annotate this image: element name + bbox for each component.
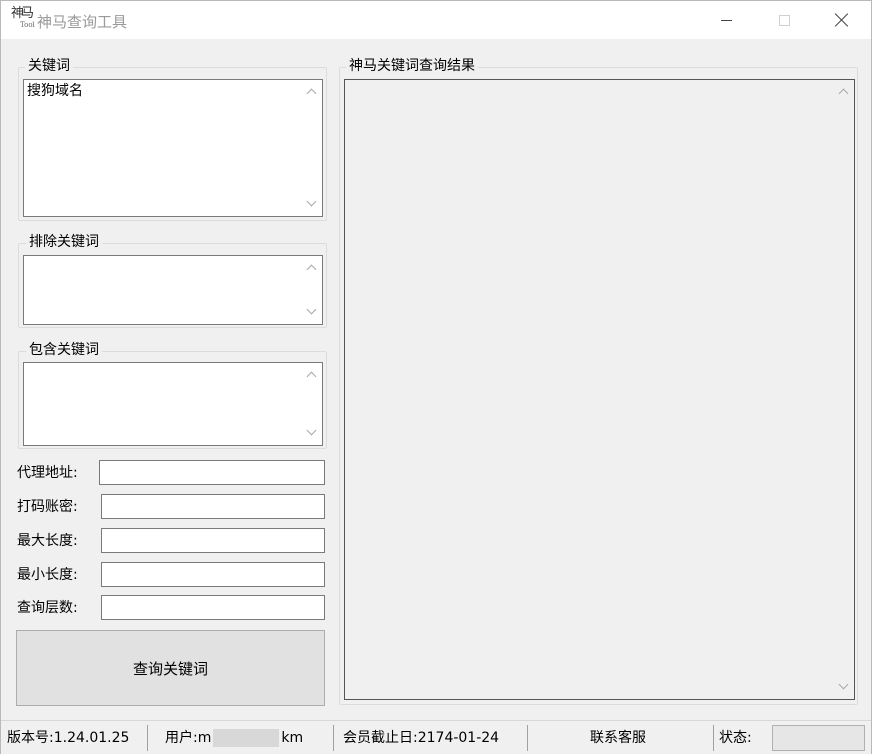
status-divider <box>333 725 334 751</box>
depth-label: 查询层数: <box>17 600 78 616</box>
include-textarea[interactable] <box>23 362 323 446</box>
status-indicator <box>772 725 865 751</box>
window-title: 神马查询工具 <box>37 13 128 31</box>
minimize-button[interactable] <box>697 1 755 39</box>
minimize-icon <box>720 19 732 21</box>
contact-support-link[interactable]: 联系客服 <box>590 721 646 754</box>
app-logo-icon: 神 马 Tool <box>11 6 35 29</box>
close-button[interactable] <box>813 1 871 39</box>
user-prefix: 用户:m <box>165 730 212 746</box>
user-suffix: km <box>281 730 304 746</box>
exclude-group-label: 排除关键词 <box>26 234 102 250</box>
status-label: 状态: <box>719 730 752 746</box>
include-group-label: 包含关键词 <box>26 342 102 358</box>
scroll-down-icon[interactable] <box>306 304 317 317</box>
max-length-label: 最大长度: <box>17 533 78 549</box>
keyword-text: 搜狗域名 <box>27 83 83 99</box>
main-window: 神 马 Tool 神马查询工具 关键词 搜狗域名 排除关键词 包含关键词 代理地… <box>0 0 872 754</box>
scroll-up-icon[interactable] <box>838 87 849 99</box>
close-icon <box>835 13 849 27</box>
version-text: 版本号:1.24.01.25 <box>7 730 130 746</box>
results-scrollbar[interactable] <box>835 81 853 698</box>
scroll-down-icon[interactable] <box>306 425 317 438</box>
status-divider <box>713 725 714 751</box>
scroll-down-icon[interactable] <box>838 679 849 692</box>
status-divider <box>147 725 148 751</box>
exclude-textarea[interactable] <box>23 255 323 325</box>
results-group-label: 神马关键词查询结果 <box>346 58 478 74</box>
keyword-textarea[interactable]: 搜狗域名 <box>23 79 323 217</box>
captcha-input[interactable] <box>101 494 325 519</box>
min-length-input[interactable] <box>101 562 325 587</box>
status-divider <box>527 725 528 751</box>
user-text: 用户:m km <box>165 721 303 754</box>
maximize-icon <box>778 14 790 26</box>
captcha-label: 打码账密: <box>17 499 78 515</box>
depth-input[interactable] <box>101 595 325 620</box>
proxy-input[interactable] <box>99 460 325 485</box>
min-length-label: 最小长度: <box>17 567 78 583</box>
keyword-scrollbar[interactable] <box>303 81 321 215</box>
keyword-group-label: 关键词 <box>25 58 73 74</box>
title-bar: 神 马 Tool 神马查询工具 <box>1 1 871 39</box>
status-bar: 版本号:1.24.01.25 用户:m km 会员截止日:2174-01-24 联… <box>1 720 871 754</box>
scroll-up-icon[interactable] <box>306 370 317 382</box>
scroll-up-icon[interactable] <box>306 263 317 275</box>
proxy-label: 代理地址: <box>17 465 78 481</box>
maximize-button[interactable] <box>755 1 813 39</box>
exclude-scrollbar[interactable] <box>303 257 321 323</box>
expiry-text: 会员截止日:2174-01-24 <box>343 730 500 746</box>
results-textarea[interactable] <box>344 79 855 700</box>
redacted-username <box>213 729 280 747</box>
include-scrollbar[interactable] <box>303 364 321 444</box>
scroll-down-icon[interactable] <box>306 196 317 209</box>
query-keywords-button[interactable]: 查询关键词 <box>16 630 325 706</box>
max-length-input[interactable] <box>101 528 325 553</box>
scroll-up-icon[interactable] <box>306 87 317 99</box>
